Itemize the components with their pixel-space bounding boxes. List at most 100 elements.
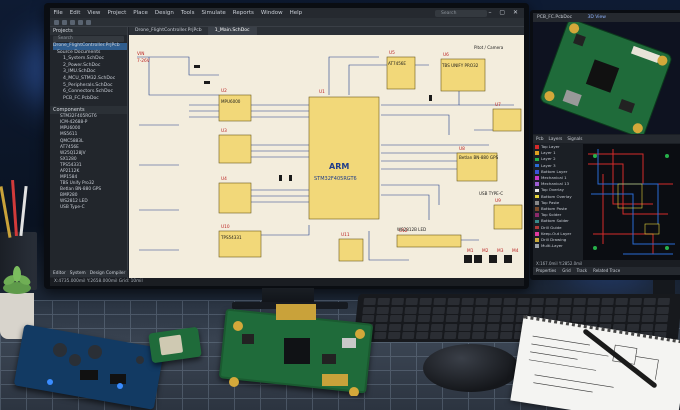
keyboard-key[interactable] bbox=[627, 315, 641, 322]
tab-related-trace[interactable]: Related Trace bbox=[593, 267, 620, 275]
tree-item-pcb[interactable]: PCB_FC.PcbDoc bbox=[53, 96, 127, 103]
menu-help[interactable]: Help bbox=[286, 8, 306, 18]
keyboard-key[interactable] bbox=[517, 298, 531, 305]
keyboard-key[interactable] bbox=[415, 332, 429, 339]
keyboard-key[interactable] bbox=[432, 306, 446, 314]
save-icon[interactable] bbox=[70, 19, 75, 25]
keyboard-key[interactable] bbox=[501, 315, 515, 322]
keyboard-key[interactable] bbox=[486, 323, 500, 331]
menu-file[interactable]: File bbox=[50, 8, 66, 18]
keyboard-key[interactable] bbox=[643, 298, 657, 305]
new-icon[interactable] bbox=[54, 19, 59, 25]
keyboard-key[interactable] bbox=[626, 323, 640, 331]
keyboard-key[interactable] bbox=[640, 323, 654, 331]
keyboard-key[interactable] bbox=[657, 298, 671, 305]
open-icon[interactable] bbox=[62, 19, 67, 25]
keyboard-key[interactable] bbox=[516, 306, 530, 314]
keyboard-key[interactable] bbox=[530, 306, 544, 314]
keyboard-key[interactable] bbox=[601, 298, 615, 305]
keyboard-key[interactable] bbox=[461, 298, 475, 305]
keyboard-key[interactable] bbox=[475, 298, 489, 305]
keyboard-key[interactable] bbox=[614, 306, 628, 314]
keyboard-key[interactable] bbox=[460, 306, 474, 314]
keyboard-key[interactable] bbox=[376, 306, 390, 314]
keyboard-key[interactable] bbox=[559, 298, 573, 305]
tab-project[interactable]: Drone_FlightController.PrjPcb bbox=[129, 27, 209, 35]
keyboard-key[interactable] bbox=[458, 323, 472, 331]
menu-simulate[interactable]: Simulate bbox=[198, 8, 229, 18]
tab-editor[interactable]: Editor bbox=[53, 270, 66, 277]
keyboard-key[interactable] bbox=[373, 332, 387, 339]
menu-place[interactable]: Place bbox=[130, 8, 152, 18]
keyboard-key[interactable] bbox=[391, 298, 405, 305]
redo-icon[interactable] bbox=[86, 19, 91, 25]
tab-3d-view[interactable]: 3D View bbox=[588, 15, 606, 20]
tab-properties[interactable]: Properties bbox=[536, 267, 556, 275]
keyboard-key[interactable] bbox=[417, 315, 431, 322]
keyboard-key[interactable] bbox=[613, 315, 627, 322]
keyboard-key[interactable] bbox=[431, 315, 445, 322]
keyboard-key[interactable] bbox=[531, 298, 545, 305]
keyboard-key[interactable] bbox=[447, 298, 461, 305]
menu-window[interactable]: Window bbox=[257, 8, 286, 18]
menu-tools[interactable]: Tools bbox=[177, 8, 198, 18]
keyboard-key[interactable] bbox=[629, 298, 643, 305]
keyboard-key[interactable] bbox=[471, 332, 485, 339]
keyboard-key[interactable] bbox=[503, 298, 517, 305]
keyboard-key[interactable] bbox=[444, 323, 458, 331]
keyboard-key[interactable] bbox=[572, 306, 586, 314]
keyboard-key[interactable] bbox=[558, 306, 572, 314]
keyboard-key[interactable] bbox=[377, 298, 391, 305]
keyboard-key[interactable] bbox=[404, 306, 418, 314]
pcb-layout-view[interactable] bbox=[583, 144, 680, 262]
keyboard-key[interactable] bbox=[628, 306, 642, 314]
keyboard-key[interactable] bbox=[489, 298, 503, 305]
keyboard-key[interactable] bbox=[401, 332, 415, 339]
keyboard-key[interactable] bbox=[488, 306, 502, 314]
undo-icon[interactable] bbox=[78, 19, 83, 25]
keyboard-key[interactable] bbox=[487, 315, 501, 322]
keyboard-key[interactable] bbox=[405, 298, 419, 305]
menu-edit[interactable]: Edit bbox=[66, 8, 84, 18]
keyboard-key[interactable] bbox=[430, 323, 444, 331]
keyboard-key[interactable] bbox=[544, 306, 558, 314]
tab-pcb-doc[interactable]: PCB_FC.PcbDoc bbox=[537, 15, 572, 20]
keyboard-key[interactable] bbox=[419, 298, 433, 305]
keyboard-key[interactable] bbox=[545, 298, 559, 305]
menu-view[interactable]: View bbox=[84, 8, 104, 18]
keyboard-key[interactable] bbox=[585, 315, 599, 322]
tab-layers[interactable]: Layers bbox=[549, 135, 563, 143]
keyboard-key[interactable] bbox=[402, 323, 416, 331]
keyboard-key[interactable] bbox=[457, 332, 471, 339]
search-input[interactable]: Search bbox=[435, 9, 487, 17]
tab-system[interactable]: System bbox=[70, 270, 86, 277]
keyboard-key[interactable] bbox=[654, 323, 668, 331]
keyboard-key[interactable] bbox=[387, 332, 401, 339]
keyboard-key[interactable] bbox=[472, 323, 486, 331]
keyboard-key[interactable] bbox=[390, 306, 404, 314]
keyboard-key[interactable] bbox=[443, 332, 457, 339]
keyboard-key[interactable] bbox=[502, 306, 516, 314]
keyboard-key[interactable] bbox=[615, 298, 629, 305]
keyboard-key[interactable] bbox=[500, 323, 514, 331]
menu-reports[interactable]: Reports bbox=[229, 8, 257, 18]
keyboard-key[interactable] bbox=[388, 323, 402, 331]
menu-project[interactable]: Project bbox=[104, 8, 130, 18]
keyboard-key[interactable] bbox=[641, 315, 655, 322]
keyboard-key[interactable] bbox=[389, 315, 403, 322]
menu-design[interactable]: Design bbox=[151, 8, 177, 18]
keyboard-key[interactable] bbox=[573, 298, 587, 305]
keyboard-key[interactable] bbox=[655, 315, 669, 322]
window-controls[interactable]: – ▢ ✕ bbox=[488, 9, 521, 16]
keyboard-key[interactable] bbox=[445, 315, 459, 322]
keyboard-key[interactable] bbox=[571, 315, 585, 322]
mouse[interactable] bbox=[423, 344, 519, 392]
keyboard-key[interactable] bbox=[656, 306, 670, 314]
keyboard-key[interactable] bbox=[374, 323, 388, 331]
keyboard-key[interactable] bbox=[416, 323, 430, 331]
component-item[interactable]: USB Type-C bbox=[60, 205, 127, 211]
keyboard-key[interactable] bbox=[473, 315, 487, 322]
keyboard-key[interactable] bbox=[429, 332, 443, 339]
keyboard-key[interactable] bbox=[375, 315, 389, 322]
keyboard-key[interactable] bbox=[587, 298, 601, 305]
